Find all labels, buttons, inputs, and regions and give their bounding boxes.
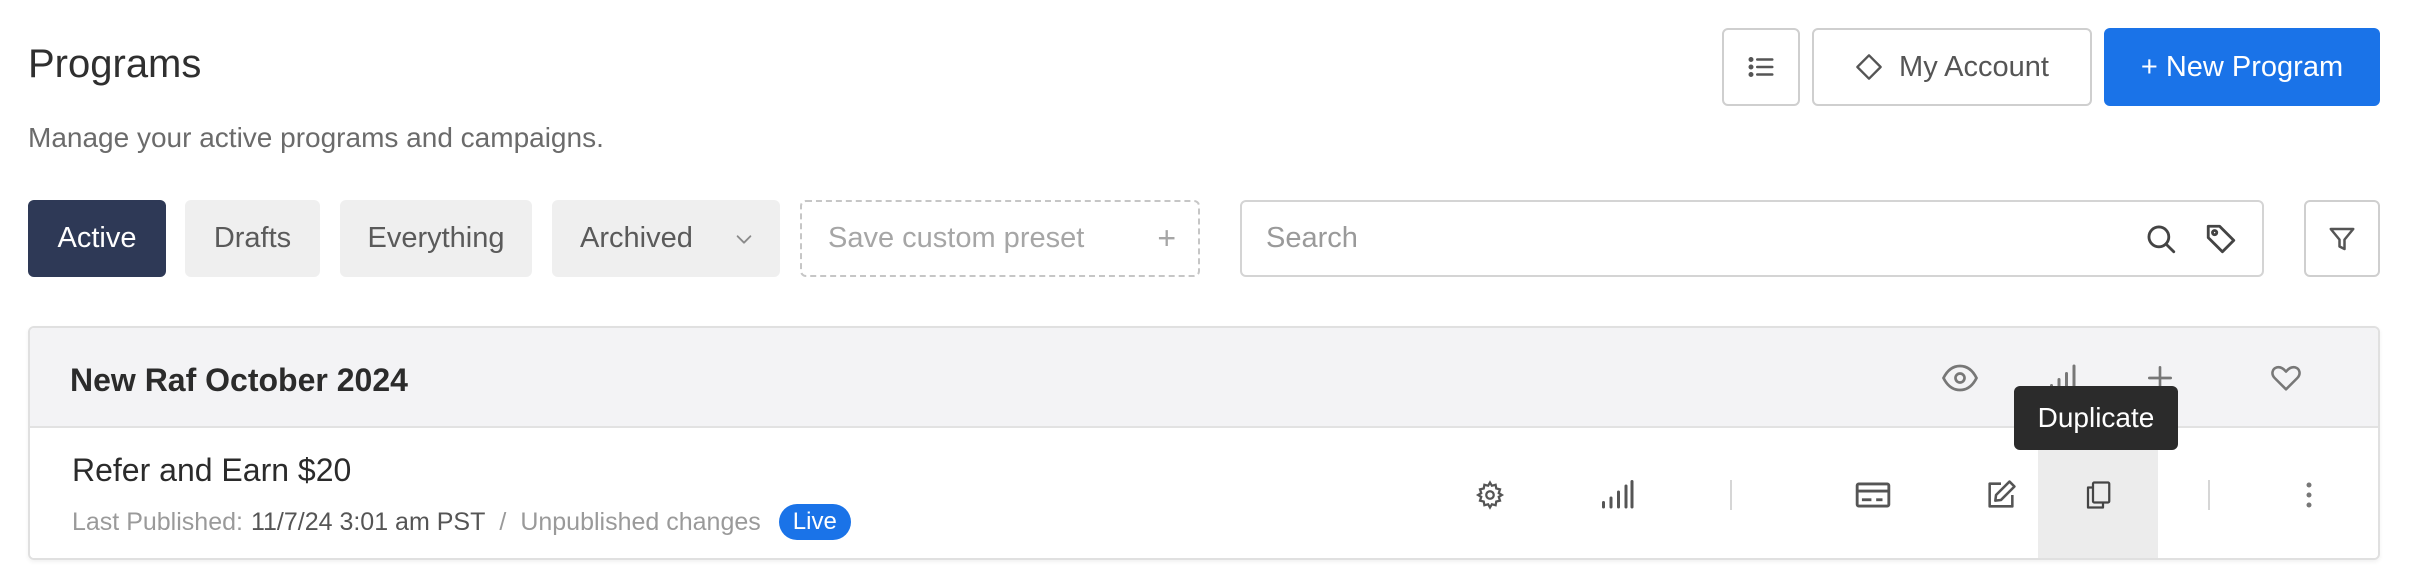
chevron-down-icon [733,228,755,250]
page-title: Programs [28,42,202,86]
status-badge: Live [778,504,851,540]
list-icon [1746,52,1776,82]
search-icon[interactable] [2144,222,2178,256]
search-input[interactable] [1266,222,2118,255]
plus-icon: + [1157,220,1176,256]
search-bar [1240,200,2264,277]
preview-icon[interactable] [1940,358,1980,398]
card-icon[interactable] [1848,470,1898,520]
more-options-icon[interactable] [2284,470,2334,520]
save-custom-preset-button[interactable]: Save custom preset + [800,200,1200,277]
duplicate-icon[interactable] [2073,470,2123,520]
stats-icon[interactable] [1592,470,1642,520]
program-group-title: New Raf October 2024 [70,362,408,398]
my-account-button[interactable]: My Account [1812,28,2092,106]
new-program-button[interactable]: + New Program [2104,28,2380,106]
diamond-icon [1855,53,1883,81]
last-published-label: Last Published: [72,507,243,536]
filter-tab-drafts[interactable]: Drafts [185,200,320,277]
archived-label: Archived [580,222,693,254]
settings-gear-icon[interactable] [1465,470,1515,520]
filter-button[interactable] [2304,200,2380,277]
program-title[interactable]: Refer and Earn $20 [72,452,351,489]
favorite-heart-icon[interactable] [2266,358,2306,398]
action-divider [2208,480,2210,510]
page-subtitle: Manage your active programs and campaign… [28,122,604,153]
meta-separator: / [499,507,507,536]
list-view-button[interactable] [1722,28,1800,106]
last-published-value: 11/7/24 3:01 am PST [250,507,486,536]
duplicate-tooltip: Duplicate [2014,386,2178,450]
program-meta: Last Published: 11/7/24 3:01 am PST / Un… [72,504,851,540]
filter-tab-archived[interactable]: Archived [552,200,780,277]
unpublished-changes-text: Unpublished changes [520,507,761,536]
save-preset-label: Save custom preset [828,222,1085,254]
filter-tab-active[interactable]: Active [28,200,166,277]
filter-tab-everything[interactable]: Everything [340,200,532,277]
edit-icon[interactable] [1976,470,2026,520]
my-account-label: My Account [1899,50,2049,83]
filter-icon [2327,224,2357,254]
tag-icon[interactable] [2204,222,2238,256]
action-divider [1730,480,1732,510]
